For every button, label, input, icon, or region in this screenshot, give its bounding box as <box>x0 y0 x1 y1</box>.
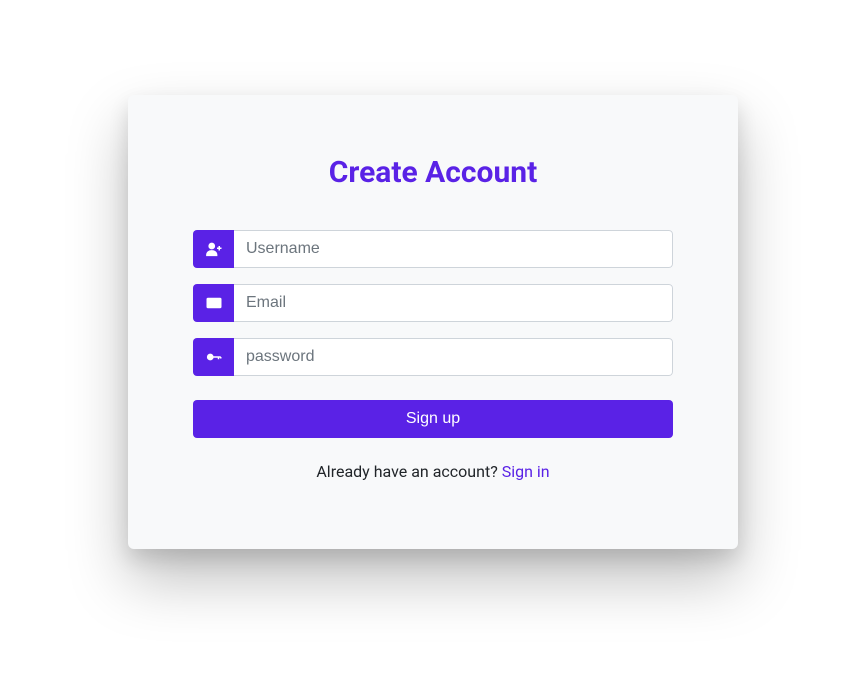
password-group <box>193 338 673 376</box>
signin-link[interactable]: Sign in <box>502 462 550 481</box>
page-title: Create Account <box>193 155 673 190</box>
username-group <box>193 230 673 268</box>
envelope-icon <box>193 284 234 322</box>
email-group <box>193 284 673 322</box>
key-icon <box>193 338 234 376</box>
signup-card: Create Account Sign up <box>128 95 738 549</box>
email-input[interactable] <box>234 284 673 322</box>
signup-button[interactable]: Sign up <box>193 400 673 438</box>
user-plus-icon <box>193 230 234 268</box>
footer-text: Already have an account? Sign in <box>193 462 673 481</box>
username-input[interactable] <box>234 230 673 268</box>
password-input[interactable] <box>234 338 673 376</box>
footer-prompt: Already have an account? <box>316 462 501 481</box>
